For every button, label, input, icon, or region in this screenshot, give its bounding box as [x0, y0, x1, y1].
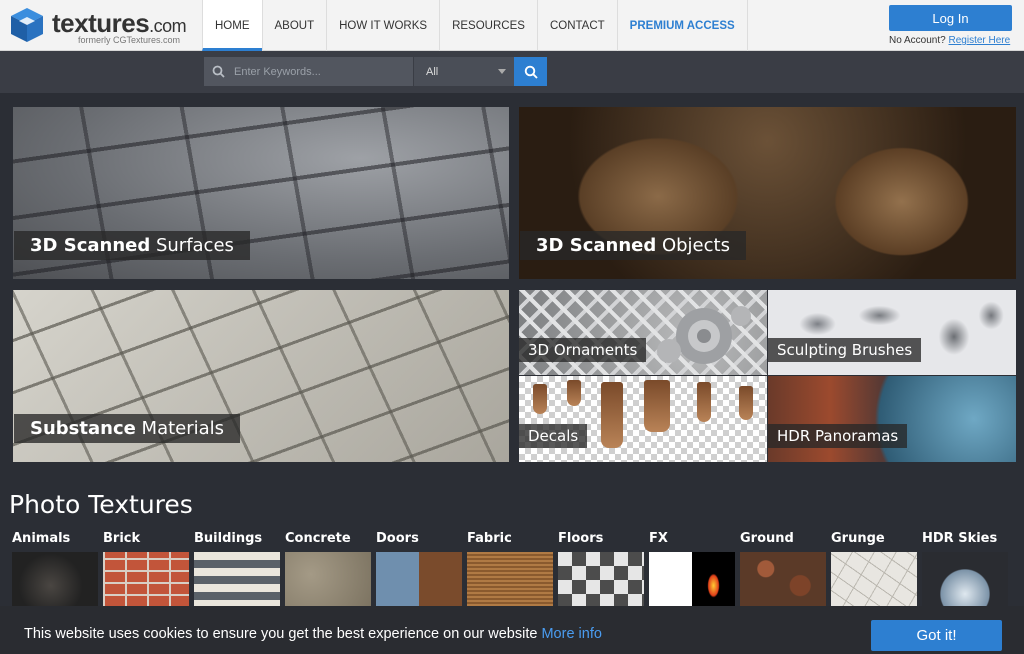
tile-hdr-panoramas[interactable]: HDR Panoramas: [768, 376, 1016, 462]
category-ground[interactable]: Ground: [740, 531, 826, 608]
category-label: Doors: [376, 531, 419, 546]
tile-3d-scanned-objects[interactable]: 3D Scanned Objects: [519, 107, 1016, 279]
category-thumbnail: [649, 552, 735, 608]
tile-label: Substance Materials: [14, 414, 241, 443]
category-thumbnail: [831, 552, 917, 608]
tile-label: HDR Panoramas: [768, 424, 908, 448]
category-label: Ground: [740, 531, 794, 546]
category-thumbnail: [558, 552, 644, 608]
photo-textures-heading: Photo Textures: [9, 490, 193, 519]
category-brick[interactable]: Brick: [103, 531, 189, 608]
category-label: Concrete: [285, 531, 351, 546]
nav-about[interactable]: ABOUT: [261, 0, 327, 51]
category-thumbnail: [194, 552, 280, 608]
category-label: Floors: [558, 531, 604, 546]
search-bar: All: [0, 51, 1024, 93]
nav-home[interactable]: HOME: [202, 0, 262, 51]
site-header: textures.com formerly CGTextures.com HOM…: [0, 0, 1024, 51]
decal-drip: [601, 382, 623, 448]
category-thumbnail: [740, 552, 826, 608]
logo-subtitle: formerly CGTextures.com: [78, 35, 181, 45]
search-icon: [212, 65, 225, 78]
tile-label: Sculpting Brushes: [768, 338, 922, 362]
category-label: HDR Skies: [922, 531, 998, 546]
ornament-icon: [657, 306, 751, 364]
category-select-value: All: [426, 65, 439, 78]
decal-drip: [533, 384, 547, 414]
caret-down-icon: [498, 69, 506, 74]
login-button[interactable]: Log In: [889, 5, 1012, 31]
category-fabric[interactable]: Fabric: [467, 531, 553, 608]
category-animals[interactable]: Animals: [12, 531, 98, 608]
tile-substance-materials[interactable]: Substance Materials: [13, 290, 509, 462]
category-hdr-skies[interactable]: HDR Skies: [922, 531, 1008, 608]
nav-how-it-works[interactable]: HOW IT WORKS: [326, 0, 439, 51]
no-account-text: No Account?: [889, 35, 946, 46]
cookie-more-info-link[interactable]: More info: [541, 626, 601, 642]
category-concrete[interactable]: Concrete: [285, 531, 371, 608]
tile-label: Decals: [519, 424, 588, 448]
nav-contact[interactable]: CONTACT: [536, 0, 617, 51]
search-button[interactable]: [514, 57, 547, 86]
category-thumbnail: [103, 552, 189, 608]
cube-logo-icon: [11, 8, 43, 42]
main-nav: HOME ABOUT HOW IT WORKS RESOURCES CONTAC…: [202, 0, 748, 51]
category-buildings[interactable]: Buildings: [194, 531, 280, 608]
register-link[interactable]: Register Here: [949, 35, 1011, 46]
category-label: Brick: [103, 531, 141, 546]
nav-premium-access[interactable]: PREMIUM ACCESS: [616, 0, 748, 51]
tile-3d-scanned-surfaces[interactable]: 3D Scanned Surfaces: [13, 107, 509, 279]
tile-decals[interactable]: Decals: [519, 376, 767, 462]
search-input[interactable]: [204, 57, 413, 86]
decal-drip: [739, 386, 753, 420]
category-thumbnail: [922, 552, 1008, 608]
category-label: Buildings: [194, 531, 263, 546]
category-thumbnail: [467, 552, 553, 608]
category-grunge[interactable]: Grunge: [831, 531, 917, 608]
category-floors[interactable]: Floors: [558, 531, 644, 608]
category-select[interactable]: All: [413, 57, 514, 86]
category-label: Animals: [12, 531, 71, 546]
category-fx[interactable]: FX: [649, 531, 735, 608]
category-thumbnail: [12, 552, 98, 608]
tile-label: 3D Scanned Surfaces: [14, 231, 250, 260]
category-label: Fabric: [467, 531, 512, 546]
cookie-message: This website uses cookies to ensure you …: [24, 626, 602, 642]
cookie-accept-button[interactable]: Got it!: [871, 620, 1002, 651]
tile-sculpting-brushes[interactable]: Sculpting Brushes: [768, 290, 1016, 375]
tile-label: 3D Ornaments: [519, 338, 647, 362]
search-input-wrap: [204, 57, 413, 86]
decal-drip: [567, 380, 581, 406]
cookie-message-text: This website uses cookies to ensure you …: [24, 626, 538, 642]
register-prompt: No Account? Register Here: [889, 35, 1010, 46]
decal-drip: [697, 382, 711, 422]
tile-3d-ornaments[interactable]: 3D Ornaments: [519, 290, 767, 375]
category-thumbnail: [285, 552, 371, 608]
category-doors[interactable]: Doors: [376, 531, 462, 608]
category-label: FX: [649, 531, 668, 546]
cookie-banner: This website uses cookies to ensure you …: [0, 606, 1024, 654]
search-icon: [524, 65, 538, 79]
tile-label: 3D Scanned Objects: [520, 231, 746, 260]
category-label: Grunge: [831, 531, 885, 546]
nav-resources[interactable]: RESOURCES: [439, 0, 537, 51]
site-logo[interactable]: textures.com formerly CGTextures.com: [8, 6, 198, 46]
category-thumbnail: [376, 552, 462, 608]
search-form: All: [204, 57, 547, 86]
decal-drip: [644, 380, 670, 432]
